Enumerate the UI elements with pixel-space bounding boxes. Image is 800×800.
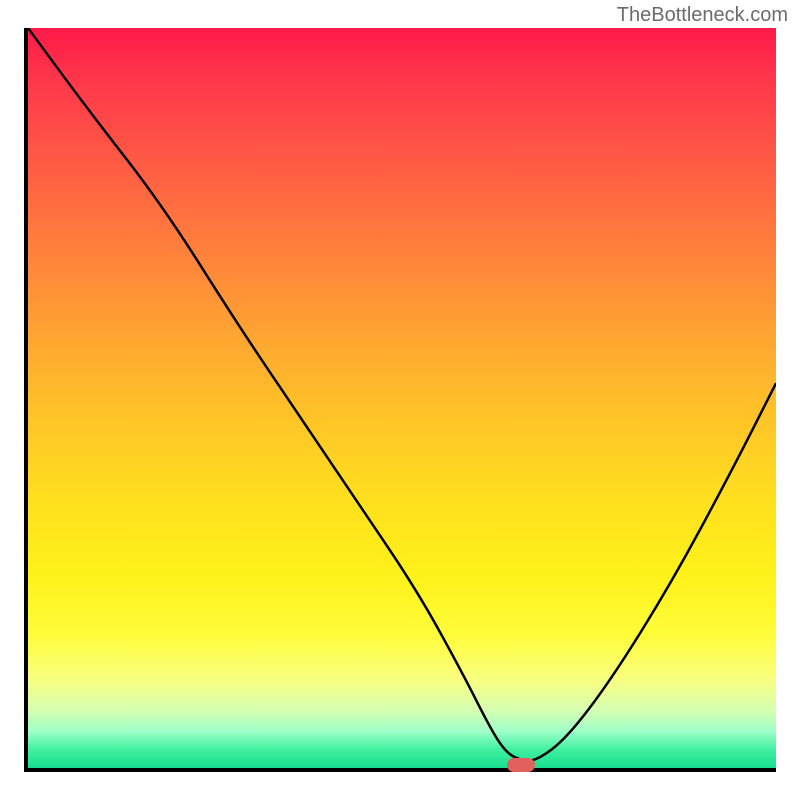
optimal-marker bbox=[507, 758, 535, 772]
plot-area bbox=[24, 28, 776, 772]
bottleneck-curve bbox=[28, 28, 776, 768]
watermark-text: TheBottleneck.com bbox=[617, 4, 788, 27]
